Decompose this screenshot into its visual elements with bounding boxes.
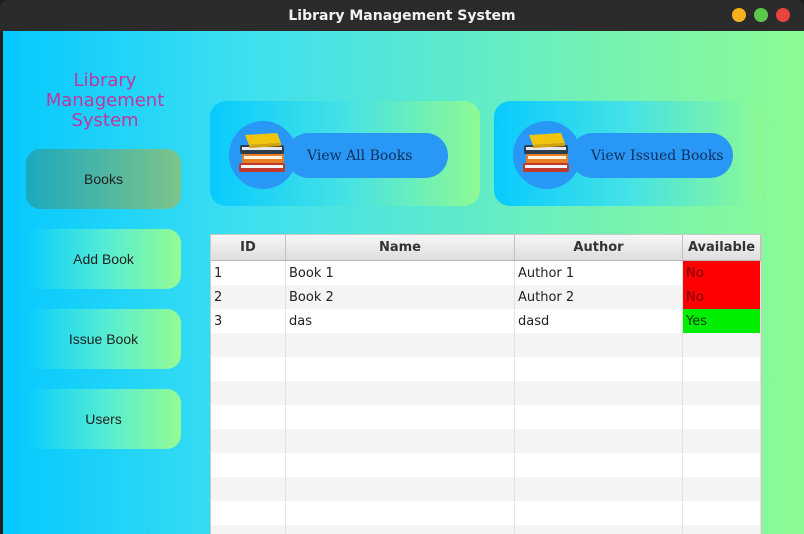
column-header-author[interactable]: Author [515, 235, 683, 260]
brand-line: Library [73, 70, 137, 91]
cell-author: Author 1 [515, 261, 683, 285]
view-all-books-label: View All Books [307, 147, 413, 164]
cell-author: dasd [515, 309, 683, 333]
books-icon-badge[interactable] [513, 121, 581, 189]
books-icon [239, 133, 285, 172]
nav-issue-book-label: Issue Book [68, 331, 139, 347]
empty-row [211, 357, 761, 381]
view-all-books-card: View All Books [210, 101, 480, 206]
brand-line: System [71, 110, 139, 131]
cell-name: Book 2 [286, 285, 515, 309]
column-header-available[interactable]: Available [683, 235, 761, 260]
view-issued-books-button[interactable]: View Issued Books [570, 133, 733, 178]
books-table[interactable]: ID Name Author Available 1 Book 1 Author… [210, 234, 762, 534]
empty-row [211, 405, 761, 429]
cell-name: Book 1 [286, 261, 515, 285]
nav-add-book-button[interactable]: Add Book [26, 229, 181, 289]
app-window: Library Management System Books Add Book… [3, 31, 804, 534]
maximize-icon[interactable] [754, 8, 768, 22]
column-header-id[interactable]: ID [211, 235, 286, 260]
close-icon[interactable] [776, 8, 790, 22]
cell-available: No [683, 285, 761, 309]
app-brand: Library Management System [30, 71, 180, 131]
empty-row [211, 501, 761, 525]
cell-id: 2 [211, 285, 286, 309]
table-row[interactable]: 2 Book 2 Author 2 No [211, 285, 761, 309]
empty-row [211, 453, 761, 477]
view-issued-books-card: View Issued Books [494, 101, 764, 206]
cell-name: das [286, 309, 515, 333]
view-issued-books-label: View Issued Books [591, 147, 724, 164]
cell-available: No [683, 261, 761, 285]
minimize-icon[interactable] [732, 8, 746, 22]
nav-issue-book-button[interactable]: Issue Book [26, 309, 181, 369]
table-body: 1 Book 1 Author 1 No 2 Book 2 Author 2 N… [211, 261, 761, 534]
cell-id: 3 [211, 309, 286, 333]
cell-author: Author 2 [515, 285, 683, 309]
books-icon [523, 133, 569, 172]
table-row[interactable]: 3 das dasd Yes [211, 309, 761, 333]
column-header-name[interactable]: Name [286, 235, 515, 260]
nav-books-label: Books [84, 171, 123, 187]
empty-row [211, 429, 761, 453]
cell-available: Yes [683, 309, 761, 333]
nav-users-button[interactable]: Users [26, 389, 181, 449]
empty-row [211, 381, 761, 405]
table-header: ID Name Author Available [211, 235, 761, 261]
empty-row [211, 525, 761, 534]
nav-users-label: Users [85, 411, 122, 427]
cell-id: 1 [211, 261, 286, 285]
brand-line: Management [45, 90, 165, 111]
empty-row [211, 333, 761, 357]
table-row[interactable]: 1 Book 1 Author 1 No [211, 261, 761, 285]
nav-books-button[interactable]: Books [26, 149, 181, 209]
books-icon-badge[interactable] [229, 121, 297, 189]
window-title: Library Management System [288, 7, 516, 24]
window-titlebar[interactable]: Library Management System [0, 0, 804, 31]
view-all-books-button[interactable]: View All Books [286, 133, 448, 178]
nav-add-book-label: Add Book [73, 251, 134, 267]
empty-row [211, 477, 761, 501]
